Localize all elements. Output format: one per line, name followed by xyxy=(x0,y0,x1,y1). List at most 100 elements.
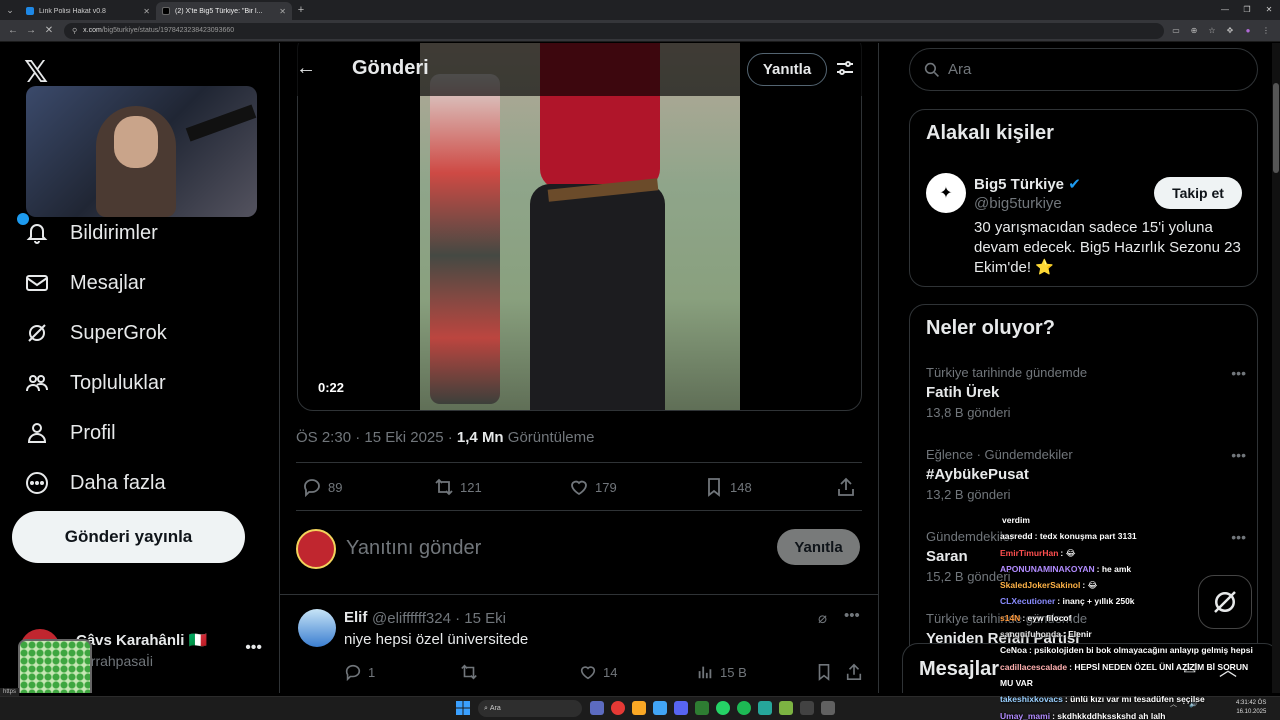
whatsapp-icon[interactable] xyxy=(716,701,730,715)
url-host: x.com xyxy=(83,27,102,34)
nav-item-supergrok[interactable]: SuperGrok xyxy=(24,308,167,358)
follow-button[interactable]: Takip et xyxy=(1154,177,1242,209)
taskbar-search[interactable]: ⌕ Ara xyxy=(478,700,582,717)
reply-author-handle[interactable]: @eliffffff324 · 15 Eki xyxy=(372,610,506,627)
tab-menu-icon[interactable]: ⌄ xyxy=(0,0,20,20)
scrollbar-thumb[interactable] xyxy=(1273,83,1279,173)
app-icon[interactable] xyxy=(779,701,793,715)
back-icon[interactable]: ← xyxy=(4,25,22,36)
app-icon[interactable] xyxy=(821,701,835,715)
nav-item-more[interactable]: Daha fazla xyxy=(24,458,167,508)
address-bar[interactable]: ⚲ x.com/big5turkiye/status/1978423238423… xyxy=(64,22,1164,39)
reply-submit-button[interactable]: Yanıtla xyxy=(777,529,860,565)
taskbar-search-label: Ara xyxy=(489,705,501,712)
app-icon[interactable] xyxy=(800,701,814,715)
divider xyxy=(296,462,862,463)
view-count: 1,4 Mn xyxy=(456,429,504,446)
forward-icon[interactable]: → xyxy=(22,25,40,36)
reply-input[interactable]: Yanıtını gönder xyxy=(346,537,481,560)
new-tab-icon[interactable]: + xyxy=(292,4,310,16)
like-count: 179 xyxy=(595,479,617,495)
discord-icon[interactable] xyxy=(674,701,688,715)
puzzle-icon[interactable]: ✥ xyxy=(1222,26,1238,35)
video-subject-bottom xyxy=(530,184,665,410)
trend-item[interactable]: Türkiye tarihinde gündemde Fatih Ürek 13… xyxy=(926,365,1246,425)
search-input[interactable]: Ara xyxy=(909,48,1258,91)
related-name-text: Big5 Türkiye xyxy=(974,176,1065,193)
close-window-icon[interactable]: ✕ xyxy=(1258,0,1280,20)
nav-item-profile[interactable]: Profil xyxy=(24,408,167,458)
stream-chat-overlay: verdim aasredd: tedx konuşma part 3131 E… xyxy=(1000,512,1280,720)
compose-reply: Yanıtını gönder Yanıtla xyxy=(280,523,878,595)
chat-line: verdim xyxy=(1000,512,1280,528)
kebab-menu-icon[interactable]: ⋮ xyxy=(1258,26,1274,35)
site-info-icon[interactable]: ⚲ xyxy=(72,27,77,35)
close-tab-icon[interactable]: ✕ xyxy=(279,7,286,16)
related-user-name[interactable]: Big5 Türkiye ✔ xyxy=(974,175,1081,193)
nav-item-communities[interactable]: Topluluklar xyxy=(24,358,167,408)
x-logo-icon[interactable]: 𝕏 xyxy=(24,55,48,90)
reply-views-action[interactable]: 15 B xyxy=(696,663,747,681)
minimize-icon[interactable]: — xyxy=(1214,0,1236,20)
chat-line: MU VAR xyxy=(1000,675,1280,691)
browser-tab-1[interactable]: Link Polisi Hakat v0.8 ✕ xyxy=(20,2,156,20)
reply-author-name[interactable]: Elif xyxy=(344,609,367,626)
more-icon[interactable]: ••• xyxy=(245,639,262,657)
more-icon[interactable]: ••• xyxy=(1231,365,1246,381)
back-arrow-icon[interactable]: ← xyxy=(296,57,316,80)
close-tab-icon[interactable]: ✕ xyxy=(143,7,150,16)
heart-icon xyxy=(571,480,587,496)
repost-action[interactable]: 121 xyxy=(434,477,482,497)
nav-label: Daha fazla xyxy=(70,471,166,494)
zoom-icon[interactable]: ⊕ xyxy=(1186,26,1202,35)
star-icon[interactable]: ☆ xyxy=(1204,26,1220,35)
avatar[interactable] xyxy=(298,609,336,647)
app-icon[interactable] xyxy=(653,701,667,715)
app-icon[interactable] xyxy=(590,701,604,715)
profile-icon[interactable]: ● xyxy=(1240,26,1256,35)
nav-label: Profil xyxy=(70,421,116,444)
grok-icon[interactable]: ⌀ xyxy=(818,609,827,627)
reply-like-action[interactable]: 14 xyxy=(579,663,617,681)
chat-line: s14N: eyw filocof xyxy=(1000,612,1072,623)
share-action[interactable] xyxy=(836,477,862,497)
reply-post[interactable]: Elif @eliffffff324 · 15 Eki niye hepsi ö… xyxy=(280,601,878,693)
related-user-bio: 30 yarışmacıdan sadece 15'i yoluna devam… xyxy=(974,219,1241,276)
account-name: Câvs Karahânli 🇮🇹 xyxy=(76,632,208,649)
reply-repost-action[interactable] xyxy=(460,663,478,681)
post-timestamp[interactable]: ÖS 2:30 · 15 Eki 2025 · xyxy=(296,429,457,446)
bookmark-action[interactable]: 148 xyxy=(704,477,752,497)
related-people-card: Alakalı kişiler ✦ Big5 Türkiye ✔ @big5tu… xyxy=(909,109,1258,287)
chat-message: tedx konuşma part 3131 xyxy=(1039,531,1137,542)
chat-line: aasredd: tedx konuşma part 3131 xyxy=(1000,531,1137,542)
chat-message: ünlü kızı var mı tesadüfen seçilse xyxy=(1070,694,1205,705)
nav-item-messages[interactable]: Mesajlar xyxy=(24,258,167,308)
chat-line: CeNoa: psikolojiden bi bok olmayacağını … xyxy=(1000,645,1253,656)
windows-start-icon[interactable] xyxy=(456,701,470,715)
browser-tab-2[interactable]: (2) X'te Big5 Türkiye: "Bir l... ✕ xyxy=(156,2,292,20)
spotify-icon[interactable] xyxy=(737,701,751,715)
reply-reply-action[interactable]: 1 xyxy=(344,663,375,681)
video-player[interactable]: 0:22 xyxy=(297,43,862,411)
reply-bookmark-action[interactable] xyxy=(815,663,833,681)
reply-share-action[interactable] xyxy=(845,663,863,681)
chat-message: skdhkkddhksskshd ah lalh xyxy=(1057,710,1166,720)
post-button[interactable]: Gönderi yayınla xyxy=(12,511,245,563)
app-icon[interactable] xyxy=(758,701,772,715)
avatar[interactable]: ✦ xyxy=(926,173,966,213)
chat-user: Umay_mami xyxy=(1000,710,1051,720)
more-icon[interactable]: ••• xyxy=(844,607,860,624)
reply-button[interactable]: Yanıtla xyxy=(747,53,827,86)
app-icon[interactable] xyxy=(695,701,709,715)
like-action[interactable]: 179 xyxy=(569,477,617,497)
close-icon[interactable]: ✕ xyxy=(40,25,58,36)
reply-action[interactable]: 89 xyxy=(302,477,342,497)
chrome-icon[interactable] xyxy=(611,701,625,715)
tab-title: Link Polisi Hakat v0.8 xyxy=(39,7,106,15)
trend-item[interactable]: Eğlence · Gündemdekiler #AybükePusat 13,… xyxy=(926,447,1246,507)
cast-icon[interactable]: ▭ xyxy=(1168,26,1184,35)
folder-icon[interactable] xyxy=(632,701,646,715)
filter-icon[interactable] xyxy=(835,58,855,83)
more-icon[interactable]: ••• xyxy=(1231,447,1246,463)
restore-icon[interactable]: ❐ xyxy=(1236,0,1258,20)
